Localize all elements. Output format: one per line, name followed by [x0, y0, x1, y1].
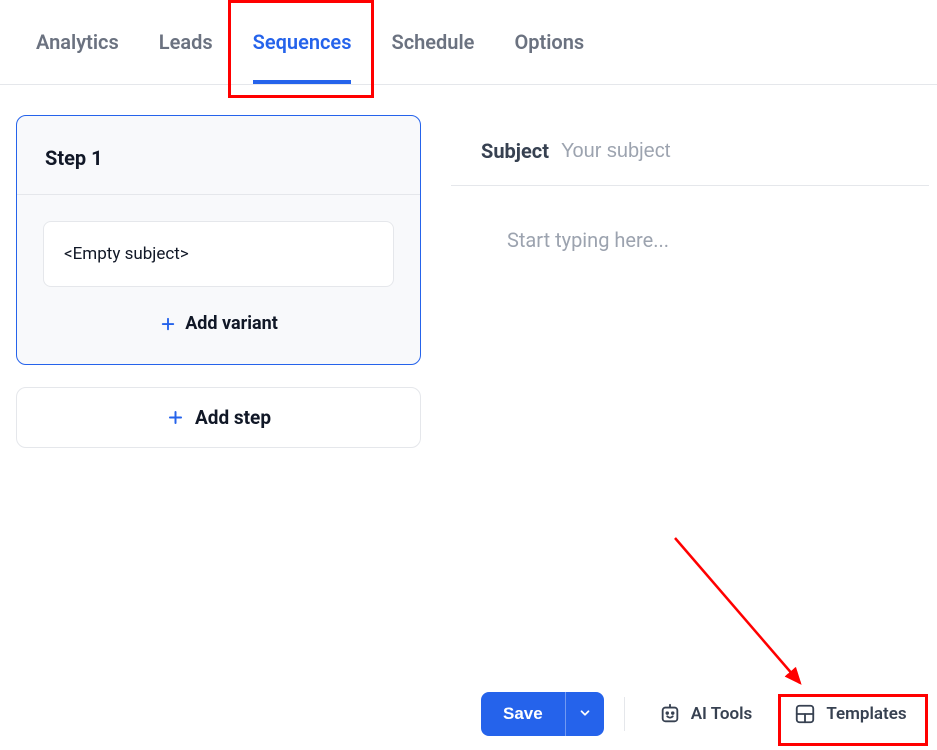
- step-subject-preview[interactable]: <Empty subject>: [43, 221, 394, 287]
- tab-analytics[interactable]: Analytics: [16, 0, 139, 84]
- add-variant-button[interactable]: Add variant: [43, 313, 394, 334]
- tab-sequences[interactable]: Sequences: [233, 0, 372, 84]
- tab-label: Leads: [159, 30, 213, 54]
- tab-row: Analytics Leads Sequences Schedule Optio…: [0, 0, 937, 85]
- step-body: <Empty subject> Add variant: [17, 195, 420, 364]
- save-button[interactable]: Save: [481, 692, 565, 736]
- add-step-label: Add step: [195, 406, 271, 429]
- editor-body[interactable]: Start typing here...: [451, 186, 937, 692]
- step-title: Step 1: [17, 116, 420, 195]
- add-variant-label: Add variant: [185, 313, 278, 334]
- steps-column: Step 1 <Empty subject> Add variant Add s…: [16, 115, 421, 750]
- add-step-button[interactable]: Add step: [16, 387, 421, 448]
- tab-options[interactable]: Options: [494, 0, 604, 84]
- tab-schedule[interactable]: Schedule: [371, 0, 494, 84]
- templates-button[interactable]: Templates: [780, 693, 920, 735]
- step-card[interactable]: Step 1 <Empty subject> Add variant: [16, 115, 421, 365]
- editor-column: Subject Start typing here... Save: [451, 115, 937, 750]
- tab-label: Sequences: [253, 30, 352, 54]
- ai-tools-icon: [659, 703, 681, 725]
- subject-input[interactable]: [561, 140, 929, 163]
- save-button-group: Save: [481, 692, 604, 736]
- tab-label: Analytics: [36, 30, 119, 54]
- divider: [624, 697, 625, 731]
- plus-icon: [166, 408, 185, 427]
- subject-row: Subject: [451, 115, 929, 186]
- templates-icon: [794, 703, 816, 725]
- tab-label: Options: [514, 30, 584, 54]
- save-dropdown-button[interactable]: [565, 692, 604, 736]
- ai-tools-label: AI Tools: [691, 704, 753, 724]
- editor-placeholder: Start typing here...: [507, 228, 669, 252]
- bottom-toolbar: Save AI Tools Tem: [451, 692, 937, 750]
- chevron-down-icon: [578, 706, 592, 723]
- plus-icon: [159, 315, 177, 333]
- templates-label: Templates: [826, 704, 906, 724]
- main-content: Step 1 <Empty subject> Add variant Add s…: [0, 85, 937, 750]
- ai-tools-button[interactable]: AI Tools: [645, 693, 767, 735]
- subject-label: Subject: [481, 139, 549, 163]
- tab-leads[interactable]: Leads: [139, 0, 233, 84]
- tab-label: Schedule: [391, 30, 474, 54]
